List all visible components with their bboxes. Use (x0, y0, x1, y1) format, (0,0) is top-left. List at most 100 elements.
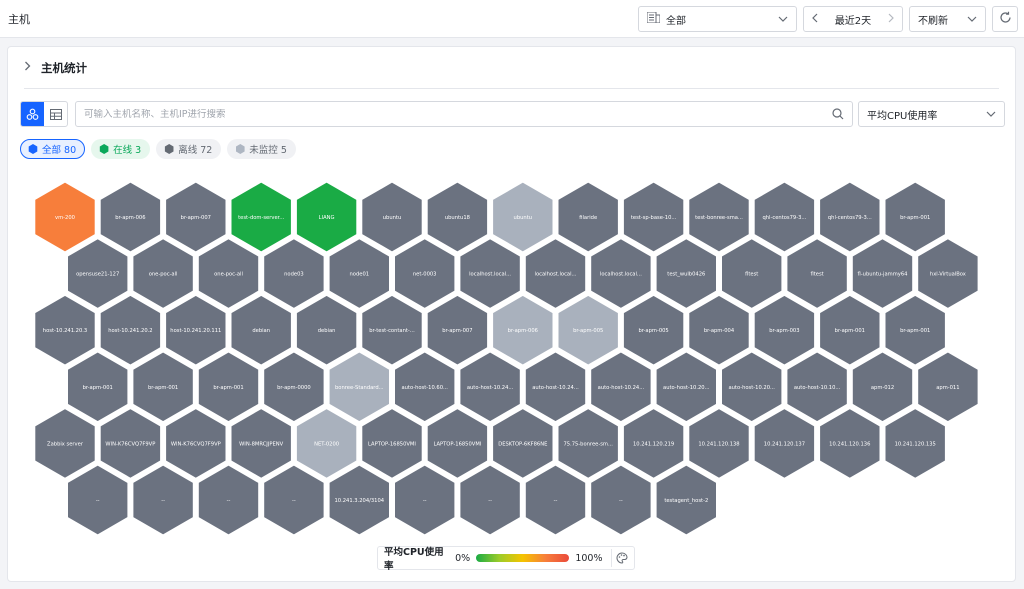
scope-label: 全部 (666, 15, 686, 27)
host-hex-label: -- (227, 498, 231, 504)
host-hex-label: br-apm-003 (769, 328, 799, 334)
host-hex-label: br-apm-0000 (277, 385, 311, 391)
host-hex-label: -- (292, 498, 296, 504)
host-hex-label: -- (423, 498, 427, 504)
host-hex-label: br-apm-001 (213, 385, 243, 391)
host-hex-label: br-apm-005 (638, 328, 668, 334)
host-hexmap: vm-200 br-apm-006 br-apm-007 test-dom-serve… (32, 179, 981, 538)
host-hex-label: node03 (284, 272, 304, 278)
host-hex-label: ubuntu18 (445, 215, 470, 221)
chevron-down-icon (967, 14, 977, 25)
scope-select[interactable]: 全部 (638, 6, 797, 32)
host-hex-label: auto-host-10.24... (598, 385, 645, 391)
reload-button[interactable] (992, 6, 1018, 32)
host-hex-label: net-0003 (413, 272, 437, 278)
host-hex-label: 10.241.120.137 (764, 441, 805, 447)
host-hex-label: qhl-centos79-3... (828, 215, 872, 221)
refresh-icon (999, 11, 1012, 27)
host-hex-label: Zabbix server (47, 441, 84, 447)
legend-max: 100% (575, 552, 603, 564)
chevron-down-icon (778, 14, 788, 25)
host-hex-label: 10.241.120.135 (895, 441, 936, 447)
host-hex-label: fltest (810, 272, 823, 278)
chevron-left-icon[interactable] (812, 13, 818, 26)
legend-label: 平均CPU使用率 (384, 547, 444, 572)
host-hex-label: apm-011 (936, 385, 959, 391)
host-hex-label: br-test-contant-... (369, 328, 415, 334)
host-hex-label: localhost.local... (535, 272, 577, 278)
host-hex-label: ubuntu (383, 215, 401, 221)
host-hex-label: 10.241.3.204/3104 (334, 498, 384, 504)
host-hex-label: WIN-K76CVQ7F9VP (171, 441, 221, 447)
host-hex-label: auto-host-10.20... (663, 385, 710, 391)
host-hex-label: opensuse21-127 (76, 272, 119, 278)
host-hex-label: -- (161, 498, 165, 504)
host-hex-label: testagent_host-2 (664, 498, 708, 504)
host-hex-label: br-apm-004 (704, 328, 735, 334)
host-hex-label: br-apm-001 (835, 328, 865, 334)
host-hex-label: hxl-VirtualBox (930, 272, 966, 278)
host-hex-label: 10.241.120.138 (698, 441, 739, 447)
host-hex-label: NET-0200 (314, 441, 339, 447)
host-hex-label: host-10.241.20.2 (108, 328, 152, 334)
host-hex-label: br-apm-006 (508, 328, 538, 334)
host-hex-label: -- (488, 498, 492, 504)
host-hex-label: auto-host-10.24... (467, 385, 514, 391)
host-hex-label: br-apm-001 (83, 385, 113, 391)
host-hex-label: br-apm-006 (115, 215, 145, 221)
palette-button[interactable] (610, 549, 629, 567)
list-icon (646, 11, 661, 26)
legend-gradient (476, 554, 570, 562)
host-hex-label: debian (318, 328, 336, 334)
host-hex-label: -- (96, 498, 100, 504)
host-hex-label: test-dom-server... (238, 215, 284, 221)
host-hex-label: localhost.local... (600, 272, 642, 278)
page-title: 主机 (8, 13, 30, 26)
host-hex-label: one-poc-all (149, 272, 178, 278)
host-hex-label: LIANG (319, 215, 335, 221)
host-hex-label: node01 (350, 272, 370, 278)
host-hex-label: bonree-Standard... (335, 385, 384, 391)
host-hex-label: br-apm-001 (900, 328, 930, 334)
host-hex-label: fl-ubuntu-jammy64 (858, 272, 909, 278)
host-hex-label: br-apm-005 (573, 328, 603, 334)
host-hex-label: debian (252, 328, 270, 334)
host-hex-label: -- (554, 498, 558, 504)
host-hex-label: fltest (745, 272, 758, 278)
host-hex-label: 10.241.120.136 (829, 441, 870, 447)
host-hex-label: auto-host-10.20... (728, 385, 775, 391)
chevron-right-icon[interactable] (888, 13, 894, 26)
host-hex-label: br-apm-007 (181, 215, 211, 221)
host-hex-label: LAPTOP-16850VMI (368, 441, 416, 447)
time-range-label: 最近2天 (834, 15, 872, 27)
host-hex-label: auto-host-10.24... (532, 385, 579, 391)
host-hex-label: 75.75-bonree-sm... (563, 441, 613, 447)
legend-min: 0% (455, 552, 471, 564)
host-hex-label: host-10.241.20.3 (43, 328, 87, 334)
host-hex-label: test-bonree-sma... (695, 215, 743, 221)
host-hex-label: br-apm-001 (148, 385, 178, 391)
host-hex-label: WIN-K76CVQ7F9VP (105, 441, 155, 447)
host-hex-label: host-10.241.20.111 (170, 328, 221, 334)
host-hex-label: auto-host-10.10... (794, 385, 841, 391)
host-hex-label: test-sp-base-10... (631, 215, 677, 221)
refresh-interval-label: 不刷新 (918, 15, 948, 27)
time-range-picker[interactable]: 最近2天 (803, 6, 903, 32)
host-hex-label: one-poc-all (214, 272, 243, 278)
host-hex-label: br-apm-007 (442, 328, 472, 334)
host-hex-label: br-apm-001 (900, 215, 930, 221)
host-hex-label: qhl-centos79-3... (762, 215, 806, 221)
host-hex-label: vm-200 (55, 215, 75, 221)
top-bar: 主机 全部 最近2天 不刷新 (0, 0, 1024, 38)
host-hex-label: -- (619, 498, 623, 504)
host-hex-label: 10.241.120.219 (633, 441, 674, 447)
host-hex-label: apm-012 (871, 385, 894, 391)
host-hex-label: WIN-8MRCJJPENV (239, 441, 284, 447)
cpu-legend: 平均CPU使用率 0% 100% (377, 546, 635, 572)
palette-icon (616, 552, 628, 564)
host-hex-label: test_wulb0426 (667, 272, 705, 278)
host-stats-panel: 主机统计 平均CPU使用率 全部 80 在线 3 离线 72 未监控 5 vm-… (7, 46, 1016, 582)
host-hex-label: DESKTOP-6KF86NE (498, 441, 547, 447)
refresh-interval-select[interactable]: 不刷新 (909, 6, 986, 32)
host-hex-label: filaride (579, 215, 597, 221)
